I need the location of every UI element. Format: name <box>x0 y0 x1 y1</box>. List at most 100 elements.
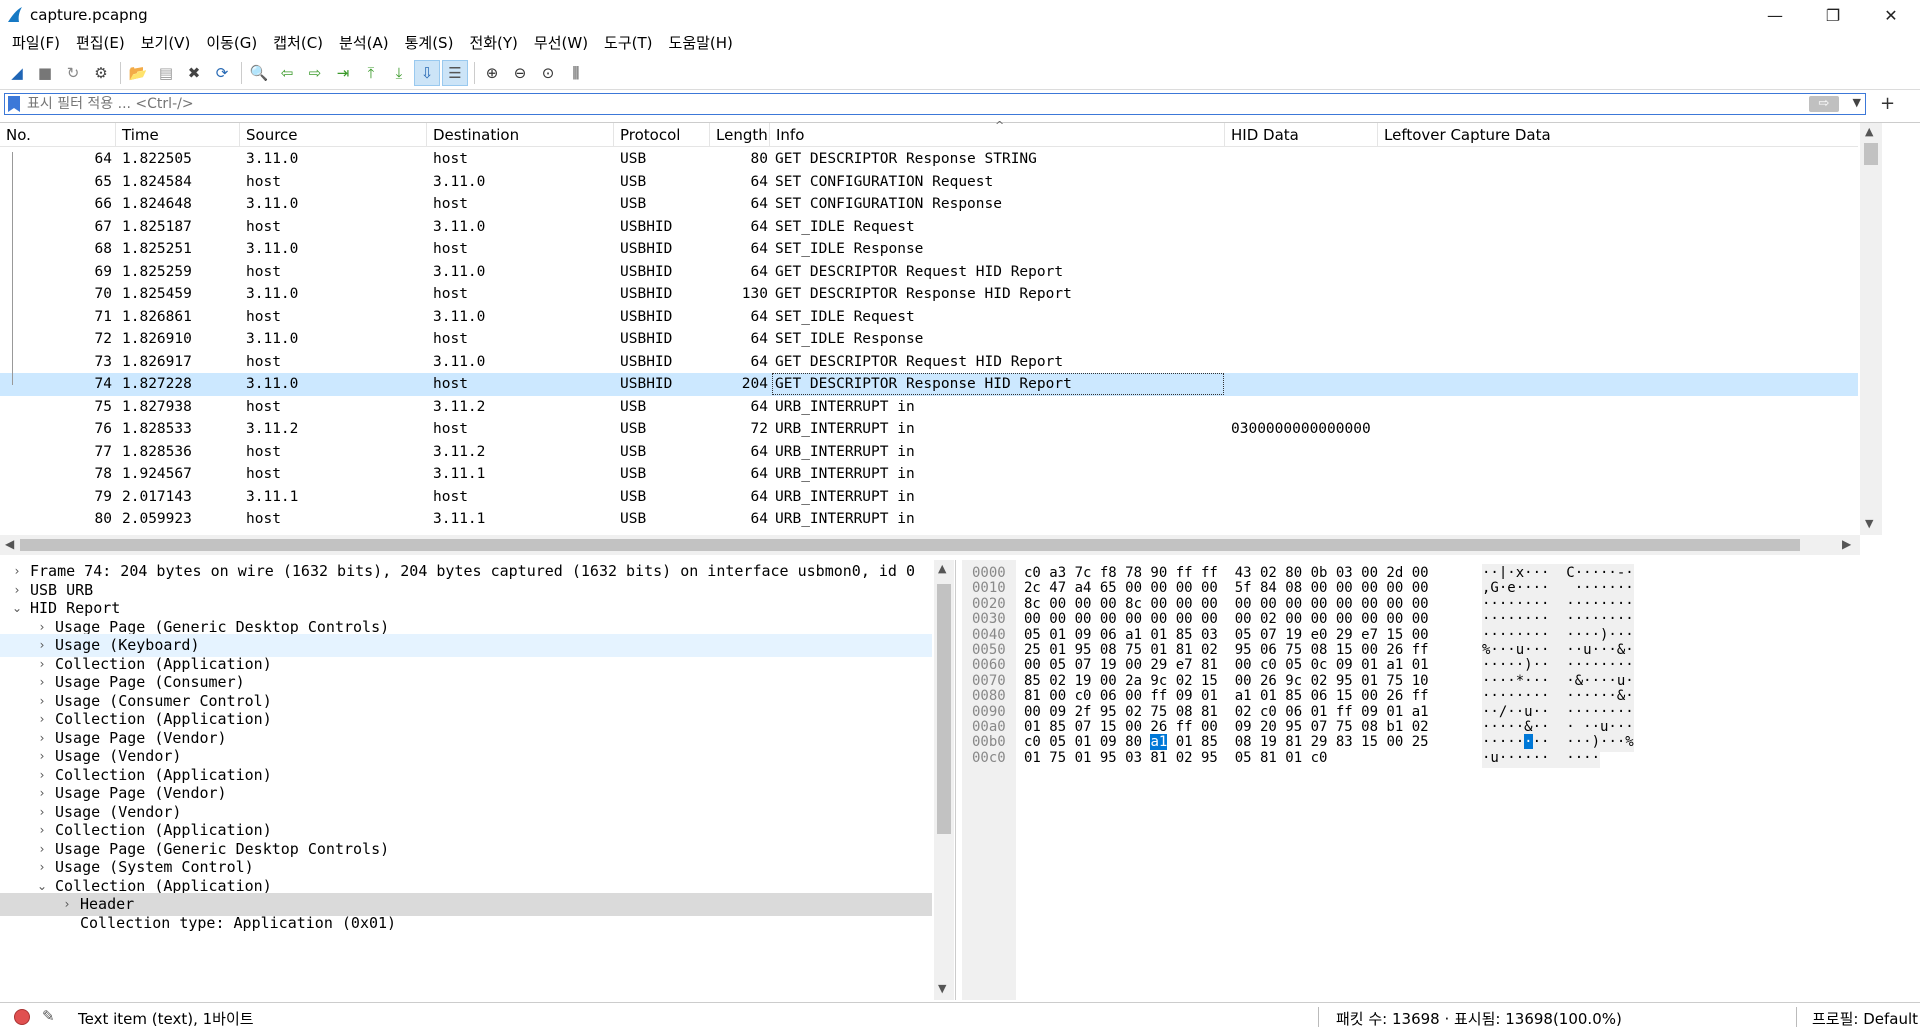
packet-row[interactable]: 78 1.924567 host 3.11.1 USB 64 URB_INTERRUPT i… <box>0 463 1858 486</box>
packet-row[interactable]: 65 1.824584 host 3.11.0 USB 64 SET CONFIGURATI… <box>0 171 1858 194</box>
packet-row[interactable]: 66 1.824648 3.11.0 host USB 64 SET CONFIGURATI… <box>0 193 1858 216</box>
packet-row[interactable]: 75 1.827938 host 3.11.2 USB 64 URB_INTERRUPT i… <box>0 396 1858 419</box>
column-header-leftover[interactable]: Leftover Capture Data <box>1378 123 1858 147</box>
stop-button[interactable]: ■ <box>32 60 58 86</box>
menu-item-6[interactable]: 통계(S) <box>397 30 462 56</box>
menu-item-4[interactable]: 캡처(C) <box>265 30 331 56</box>
close-file-button[interactable]: ✖ <box>181 60 207 86</box>
expert-info-error-icon[interactable] <box>14 1009 30 1025</box>
byte-hex[interactable]: 01 75 01 95 03 81 02 95 05 81 01 c0 <box>1024 749 1327 768</box>
menu-item-2[interactable]: 보기(V) <box>133 30 199 56</box>
column-header-length[interactable]: Length <box>710 123 770 147</box>
status-profile[interactable]: 프로필: Default <box>1812 1008 1918 1029</box>
filter-history-dropdown[interactable]: ▼ <box>1853 96 1861 109</box>
packet-row[interactable]: 67 1.825187 host 3.11.0 USBHID 64 SET_IDLE Req… <box>0 216 1858 239</box>
menu-item-8[interactable]: 무선(W) <box>526 30 596 56</box>
packet-list-vscrollbar[interactable]: ▲ ▼ <box>1860 123 1882 535</box>
zoom-out-button[interactable]: ⊖ <box>507 60 533 86</box>
window-title: capture.pcapng <box>30 6 148 24</box>
packet-cell-proto: USB <box>620 173 647 190</box>
first-packet-button[interactable]: ⤒ <box>358 60 384 86</box>
save-button[interactable]: ▤ <box>153 60 179 86</box>
main-toolbar: ◢ ■ ↻ ⚙ 📂 ▤ ✖ ⟳ 🔍 ⇦ ⇨ ⇥ ⤒ ⤓ ⇩ ☰ ⊕ ⊖ ⊙ ⫼ <box>0 56 1920 90</box>
menu-item-5[interactable]: 분석(A) <box>331 30 397 56</box>
hscroll-thumb[interactable] <box>20 539 1800 551</box>
packet-cell-no: 77 <box>94 443 112 460</box>
menu-item-10[interactable]: 도움말(H) <box>661 30 741 56</box>
scroll-thumb[interactable] <box>937 584 951 834</box>
autoscroll-button[interactable]: ⇩ <box>414 59 440 86</box>
restore-button[interactable]: ❐ <box>1804 0 1862 30</box>
packet-row[interactable]: 77 1.828536 host 3.11.2 USB 64 URB_INTERRUPT i… <box>0 441 1858 464</box>
packet-cell-dst: 3.11.0 <box>433 173 486 190</box>
options-button[interactable]: ⚙ <box>88 60 114 86</box>
zoom-reset-button[interactable]: ⊙ <box>535 60 561 86</box>
menu-item-7[interactable]: 전화(Y) <box>461 30 525 56</box>
column-header-no[interactable]: No. <box>0 123 116 147</box>
shark-start-button[interactable]: ◢ <box>4 60 30 86</box>
autoscroll-icon: ⇩ <box>420 63 434 82</box>
scroll-thumb[interactable] <box>1864 143 1878 165</box>
menu-item-3[interactable]: 이동(G) <box>198 30 265 56</box>
zoom-in-button[interactable]: ⊕ <box>479 60 505 86</box>
menu-item-0[interactable]: 파일(F) <box>4 30 68 56</box>
packet-cell-no: 69 <box>94 263 112 280</box>
column-header-protocol[interactable]: Protocol <box>614 123 710 147</box>
filter-bookmark-icon[interactable] <box>8 96 20 112</box>
packet-row[interactable]: 71 1.826861 host 3.11.0 USBHID 64 SET_IDLE Req… <box>0 306 1858 329</box>
forward-button[interactable]: ⇨ <box>302 60 328 86</box>
column-header-destination[interactable]: Destination <box>427 123 614 147</box>
packet-row[interactable]: 79 2.017143 3.11.1 host USB 64 URB_INTERRUPT i… <box>0 486 1858 509</box>
toolbar-separator <box>120 61 121 84</box>
display-filter-box: ⇨ ▼ <box>4 93 1866 115</box>
packet-row[interactable]: 72 1.826910 3.11.0 host USBHID 64 SET_IDLE Res… <box>0 328 1858 351</box>
packet-row[interactable]: 73 1.826917 host 3.11.0 USBHID 64 GET DESCRIPT… <box>0 351 1858 374</box>
packet-row[interactable]: 70 1.825459 3.11.0 host USBHID 130 GET DESCRIP… <box>0 283 1858 306</box>
restart-icon: ↻ <box>66 63 80 82</box>
resize-columns-button[interactable]: ⫼ <box>563 60 589 86</box>
close-window-button[interactable]: ✕ <box>1862 0 1920 30</box>
packet-row[interactable]: 69 1.825259 host 3.11.0 USBHID 64 GET DESCRIPT… <box>0 261 1858 284</box>
back-button[interactable]: ⇦ <box>274 60 300 86</box>
scroll-down-icon[interactable]: ▼ <box>1865 517 1873 530</box>
goto-packet-button[interactable]: ⇥ <box>330 60 356 86</box>
display-filter-input[interactable] <box>27 95 1807 113</box>
restart-button[interactable]: ↻ <box>60 60 86 86</box>
packet-cell-time: 1.828536 <box>122 443 192 460</box>
find-button[interactable]: 🔍 <box>246 60 272 86</box>
packet-row[interactable]: 64 1.822505 3.11.0 host USB 80 GET DESCRIPTOR … <box>0 148 1858 171</box>
column-header-hid-data[interactable]: HID Data <box>1225 123 1378 147</box>
colorize-button[interactable]: ☰ <box>442 59 468 86</box>
capture-comment-icon[interactable]: ✎ <box>42 1007 55 1025</box>
details-vscrollbar[interactable]: ▲ ▼ <box>934 560 954 1000</box>
packet-row[interactable]: 76 1.828533 3.11.2 host USB 72 URB_INTERRUPT i… <box>0 418 1858 441</box>
packet-cell-hid: 0300000000000000 <box>1231 421 1371 437</box>
byte-ascii[interactable]: ·u······ ···· <box>1482 748 1601 768</box>
detail-row[interactable]: Collection type: Application (0x01) <box>0 912 932 935</box>
packet-row[interactable]: 80 2.059923 host 3.11.1 USB 64 URB_INTERRUPT i… <box>0 508 1858 531</box>
column-header-source[interactable]: Source <box>240 123 427 147</box>
back-icon: ⇦ <box>280 63 294 82</box>
packet-row[interactable]: 74 1.827228 3.11.0 host USBHID 204 GET DESCRIP… <box>0 373 1858 396</box>
packet-cell-len: 80 <box>750 151 768 167</box>
packet-row[interactable]: 68 1.825251 3.11.0 host USBHID 64 SET_IDLE Res… <box>0 238 1858 261</box>
column-header-time[interactable]: Time <box>116 123 240 147</box>
packet-cell-len: 64 <box>750 466 768 482</box>
packet-list-hscrollbar[interactable]: ◀ ▶ <box>0 535 1860 555</box>
zoom-reset-icon: ⊙ <box>541 63 555 82</box>
packet-cell-src: host <box>246 511 281 527</box>
scroll-down-icon[interactable]: ▼ <box>938 982 946 995</box>
packet-cell-info: URB_INTERRUPT in <box>775 511 915 527</box>
open-button[interactable]: 📂 <box>125 60 151 86</box>
menu-item-1[interactable]: 편집(E) <box>68 30 133 56</box>
scroll-up-icon[interactable]: ▲ <box>938 562 946 575</box>
last-packet-button[interactable]: ⤓ <box>386 60 412 86</box>
scroll-up-icon[interactable]: ▲ <box>1865 125 1873 138</box>
menu-item-9[interactable]: 도구(T) <box>596 30 660 56</box>
scroll-right-icon[interactable]: ▶ <box>1842 537 1851 551</box>
minimize-button[interactable]: — <box>1746 0 1804 30</box>
add-filter-button[interactable]: + <box>1880 93 1895 114</box>
reload-button[interactable]: ⟳ <box>209 60 235 86</box>
apply-filter-button[interactable]: ⇨ <box>1809 96 1839 112</box>
scroll-left-icon[interactable]: ◀ <box>5 537 14 551</box>
